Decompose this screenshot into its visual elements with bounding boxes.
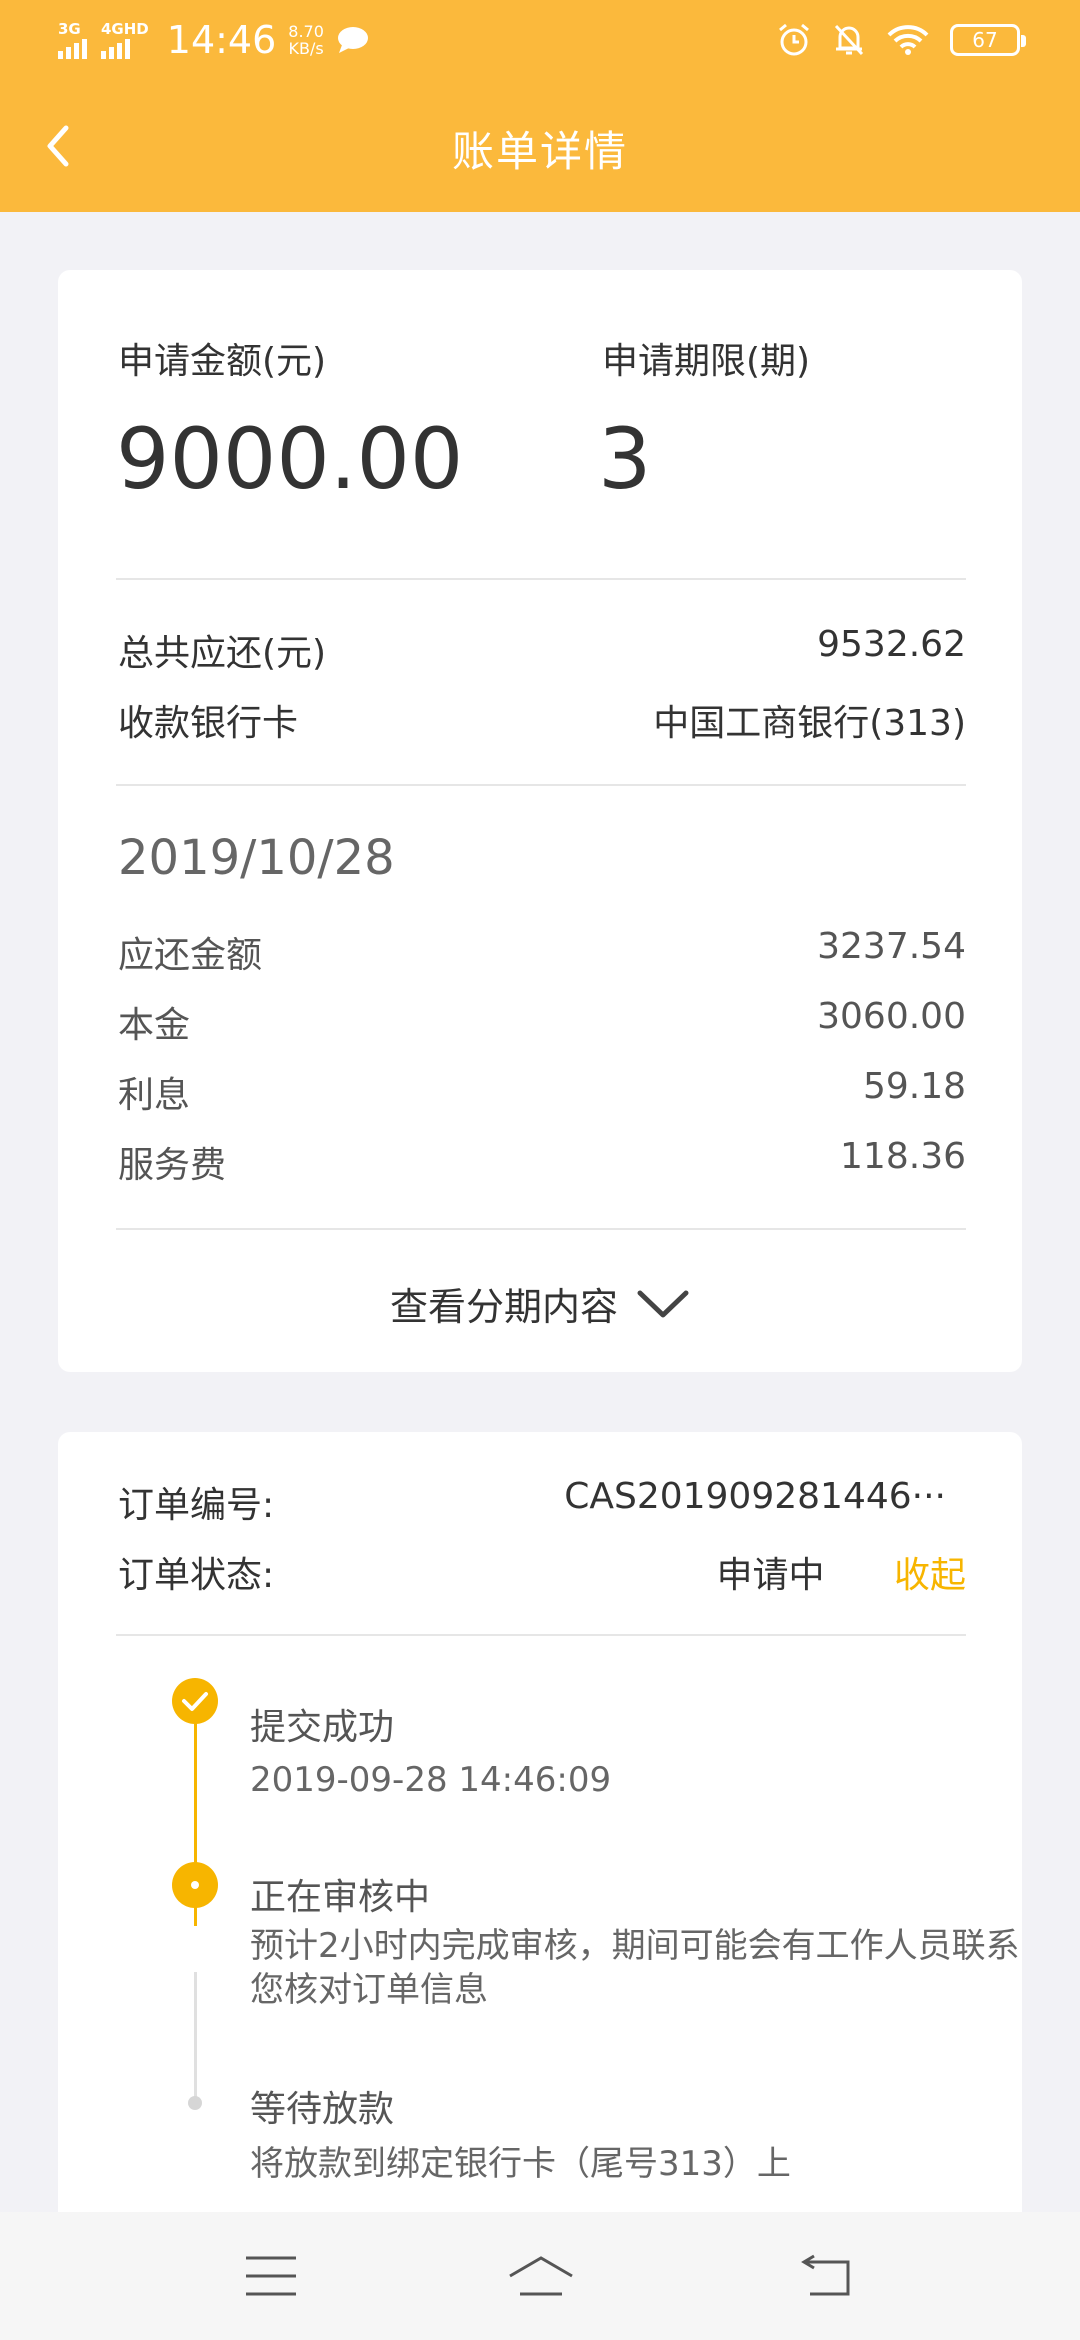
amount-label: 申请金额(元) — [118, 341, 327, 382]
row-label: 应还金额 — [118, 935, 263, 976]
system-nav-bar — [0, 2212, 1080, 2340]
home-icon[interactable] — [506, 2254, 576, 2298]
order-number-label: 订单编号: — [118, 1485, 275, 1526]
term-label: 申请期限(期) — [602, 341, 811, 382]
signal-label-1: 3G — [58, 19, 81, 38]
installment-date: 2019/10/28 — [118, 830, 395, 886]
battery-icon: 67 — [950, 24, 1026, 56]
battery-level: 67 — [972, 28, 998, 52]
order-card: 订单编号: CAS201909281446··· 订单状态: 申请中 收起 提交… — [58, 1432, 1022, 2292]
order-number-row: 订单编号: CAS201909281446··· — [118, 1476, 966, 1528]
row-label: 利息 — [118, 1075, 191, 1116]
mute-bell-icon — [834, 24, 864, 56]
order-status-label: 订单状态: — [118, 1555, 275, 1596]
status-bar: 3G 4GHD 14:46 8.70 KB/s 67 — [0, 0, 1080, 84]
bill-summary-card: 申请金额(元) 申请期限(期) 9000.00 3 总共应还(元) 9532.6… — [58, 270, 1022, 1372]
row-value: 118.36 — [840, 1136, 966, 1177]
bank-card-value: 中国工商银行(313) — [653, 703, 966, 744]
wifi-icon — [887, 25, 929, 55]
row-label: 服务费 — [118, 1145, 227, 1186]
bank-card-row: 收款银行卡 中国工商银行(313) — [118, 694, 966, 746]
net-speed-value: 8.70 — [288, 22, 324, 41]
collapse-link[interactable]: 收起 — [894, 1555, 966, 1596]
chevron-down-icon — [637, 1290, 689, 1317]
divider — [116, 1634, 966, 1636]
order-status-value: 申请中 — [716, 1555, 825, 1596]
installment-row: 本金 3060.00 — [118, 996, 966, 1048]
menu-icon[interactable] — [244, 2254, 298, 2298]
installment-row: 服务费 118.36 — [118, 1136, 966, 1188]
title-bar: 账单详情 — [0, 84, 1080, 212]
timeline-step-title: 等待放款 — [250, 2089, 395, 2130]
timeline-step-sub: 2019-09-28 14:46:09 — [250, 1760, 612, 1800]
row-value: 3060.00 — [817, 996, 966, 1037]
row-value: 3237.54 — [817, 926, 966, 967]
timeline-line-pending — [194, 1972, 197, 2108]
chat-bubble-icon — [337, 27, 368, 53]
divider — [116, 1228, 966, 1230]
active-step-icon — [172, 1862, 218, 1908]
divider — [116, 784, 966, 786]
divider — [116, 578, 966, 580]
row-label: 本金 — [118, 1005, 191, 1046]
row-value: 59.18 — [862, 1066, 966, 1107]
clock: 14:46 — [166, 18, 277, 62]
order-number-value: CAS201909281446··· — [564, 1476, 946, 1517]
total-value: 9532.62 — [817, 624, 966, 665]
signal-3g-icon: 3G — [58, 19, 87, 59]
view-installments-button[interactable]: 查看分期内容 — [58, 1276, 1022, 1331]
bank-card-label: 收款银行卡 — [118, 703, 299, 744]
signal-4g-icon: 4GHD — [101, 19, 149, 59]
view-installments-label: 查看分期内容 — [389, 1285, 618, 1329]
amount-value: 9000.00 — [116, 410, 464, 508]
total-label: 总共应还(元) — [118, 633, 327, 674]
net-speed: 8.70 KB/s — [288, 23, 324, 57]
page-title: 账单详情 — [451, 127, 628, 176]
timeline-step-sub: 预计2小时内完成审核，期间可能会有工作人员联系您核对订单信息 — [250, 1926, 1020, 2010]
installment-row: 利息 59.18 — [118, 1066, 966, 1118]
alarm-icon — [779, 23, 809, 56]
installment-row: 应还金额 3237.54 — [118, 926, 966, 978]
check-circle-icon — [172, 1678, 218, 1724]
signal-label-2: 4GHD — [101, 19, 149, 38]
term-value: 3 — [598, 410, 652, 508]
total-row: 总共应还(元) 9532.62 — [118, 624, 966, 676]
net-speed-unit: KB/s — [288, 39, 324, 58]
order-status-row: 订单状态: 申请中 收起 — [118, 1546, 966, 1598]
pending-step-icon — [188, 2096, 202, 2110]
timeline-step-sub: 将放款到绑定银行卡（尾号313）上 — [250, 2144, 791, 2184]
timeline-step-title: 正在审核中 — [250, 1877, 431, 1918]
timeline-step-title: 提交成功 — [250, 1707, 395, 1748]
back-arrow-icon[interactable] — [798, 2254, 852, 2298]
